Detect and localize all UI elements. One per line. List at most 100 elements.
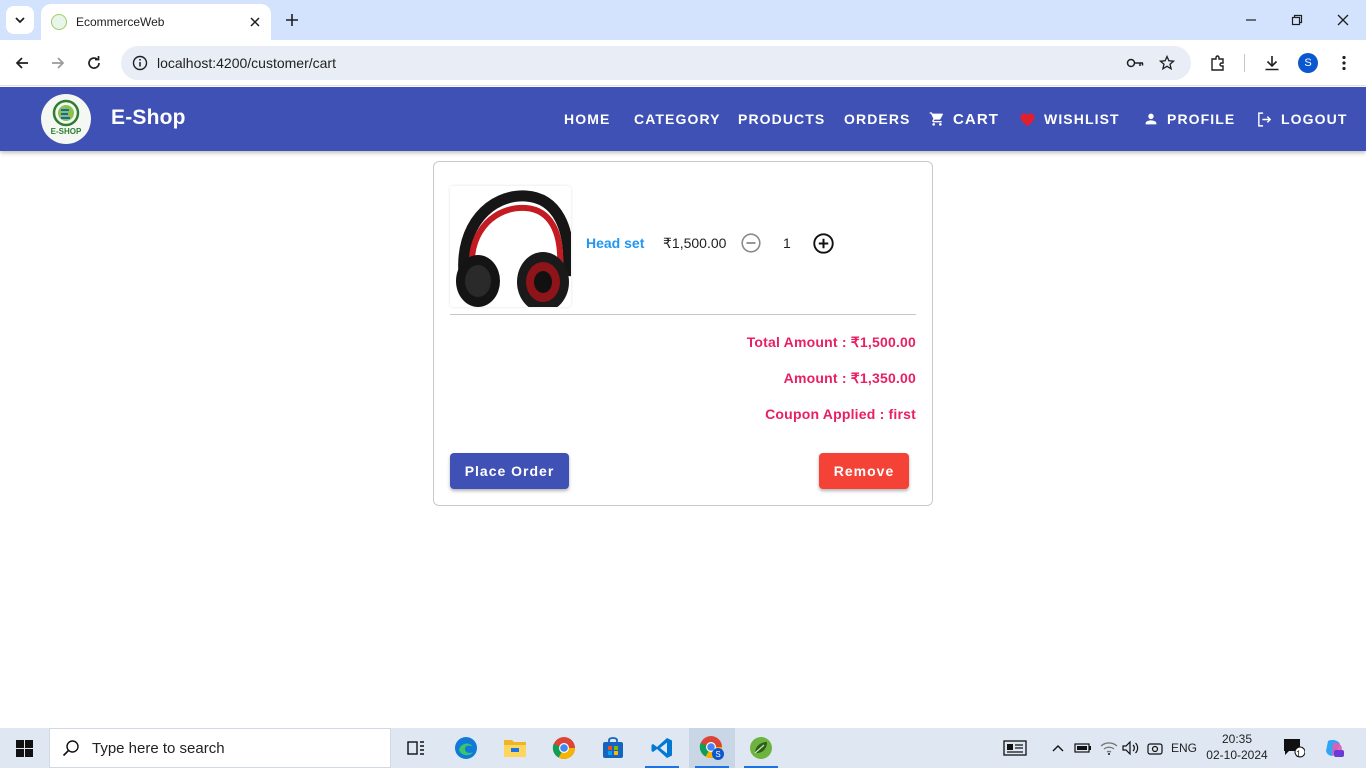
close-window-button[interactable] [1320,0,1366,40]
news-icon [1003,740,1027,756]
close-icon [250,17,260,27]
taskbar-edge[interactable] [443,728,489,768]
nav-category[interactable]: CATEGORY [634,87,721,151]
task-view-button[interactable] [393,728,439,768]
battery-button[interactable] [1072,728,1094,768]
nav-logout[interactable]: LOGOUT [1256,87,1347,151]
start-button[interactable] [0,728,48,768]
camera-button[interactable] [1144,728,1166,768]
windows-logo-icon [15,739,33,757]
product-name-link[interactable]: Head set [586,235,644,251]
plus-circle-icon [812,232,834,254]
reload-button[interactable] [80,49,108,77]
download-icon [1265,56,1279,71]
nav-products-label: PRODUCTS [738,111,826,127]
taskbar-chrome-profile[interactable]: S [689,728,735,768]
nav-profile[interactable]: PROFILE [1143,87,1235,151]
key-icon [1126,58,1144,68]
password-key-button[interactable] [1119,46,1151,80]
folder-icon [504,740,526,757]
nav-orders[interactable]: ORDERS [844,87,911,151]
nav-orders-label: ORDERS [844,111,911,127]
nav-products[interactable]: PRODUCTS [738,87,825,151]
nav-home[interactable]: HOME [564,87,610,151]
app-navbar: E-SHOP E-Shop HOME CATEGORY PRODUCTS ORD… [0,87,1366,151]
profile-avatar[interactable]: S [1298,53,1318,73]
card-divider [450,314,916,315]
language-indicator[interactable]: ENG [1168,728,1200,768]
heart-icon [1020,113,1035,127]
search-icon [62,740,79,757]
headset-image-icon [450,186,571,307]
nav-profile-label: PROFILE [1167,111,1236,127]
notification-icon [1284,739,1305,758]
downloads-button[interactable] [1258,49,1286,77]
back-button[interactable] [8,49,36,77]
taskbar-file-explorer[interactable] [492,728,538,768]
chevron-down-icon [15,17,25,24]
decrease-quantity-button[interactable] [740,232,762,254]
nav-cart[interactable]: CART [929,87,999,151]
star-icon [1159,55,1175,71]
browser-menu-button[interactable] [1330,49,1358,77]
windows-taskbar: Type here to search S ENG 20:35 02-10-20… [0,728,1366,768]
person-icon [1145,113,1157,125]
coupon-applied: Coupon Applied : first [765,406,916,422]
address-bar[interactable]: localhost:4200/customer/cart [121,46,1191,80]
minimize-button[interactable] [1228,0,1274,40]
taskbar-vscode[interactable] [639,728,685,768]
increase-quantity-button[interactable] [812,232,834,254]
site-info-button[interactable] [123,46,157,80]
notifications-button[interactable]: 1 [1280,728,1308,768]
extensions-button[interactable] [1204,49,1232,77]
news-widget-button[interactable] [1000,728,1030,768]
logout-icon [1258,111,1272,127]
task-view-icon [407,741,424,755]
chevron-up-icon [1052,745,1064,752]
product-price: ₹1,500.00 [663,235,727,251]
network-button[interactable] [1098,728,1120,768]
browser-tab[interactable]: EcommerceWeb [41,4,271,40]
taskbar-clock[interactable]: 20:35 02-10-2024 [1202,731,1272,763]
store-icon [603,737,623,758]
browser-toolbar: localhost:4200/customer/cart [0,40,1366,86]
forward-button[interactable] [44,49,72,77]
tab-close-button[interactable] [243,10,267,34]
remove-button[interactable]: Remove [819,453,909,489]
taskbar-spring-tool[interactable] [738,728,784,768]
url-text[interactable]: localhost:4200/customer/cart [157,55,1119,71]
new-tab-button[interactable] [280,8,304,32]
speaker-icon [1122,741,1139,755]
tab-title: EcommerceWeb [76,15,165,29]
taskbar-search-box[interactable]: Type here to search [49,728,391,768]
nav-category-label: CATEGORY [634,111,721,127]
show-hidden-icons-button[interactable] [1048,728,1068,768]
volume-button[interactable] [1120,728,1142,768]
place-order-button[interactable]: Place Order [450,453,569,489]
bookmark-button[interactable] [1151,46,1183,80]
arrow-left-icon [15,57,28,69]
product-image[interactable] [450,186,571,307]
spring-leaf-icon [750,737,772,759]
tab-search-button[interactable] [6,6,34,34]
brand-title[interactable]: E-Shop [111,106,186,130]
edge-browser-icon [455,737,477,759]
tab-favicon-icon [51,14,67,30]
taskbar-store[interactable] [590,728,636,768]
nav-logout-label: LOGOUT [1281,111,1348,127]
copilot-button[interactable] [1320,728,1348,768]
nav-home-label: HOME [564,111,611,127]
nav-wishlist[interactable]: WISHLIST [1019,87,1120,151]
info-icon [132,55,148,71]
taskbar-chrome[interactable] [541,728,587,768]
discounted-amount: Amount : ₹1,350.00 [783,370,916,386]
browser-tab-bar: EcommerceWeb [0,0,1366,40]
restore-button[interactable] [1274,0,1320,40]
nav-cart-label: CART [953,110,1000,128]
notification-count: 1 [1296,749,1302,759]
copilot-icon [1326,740,1344,757]
minimize-icon [1246,19,1256,21]
svg-text:S: S [715,750,720,759]
vscode-icon [651,738,672,758]
brand-logo[interactable]: E-SHOP [41,94,91,144]
